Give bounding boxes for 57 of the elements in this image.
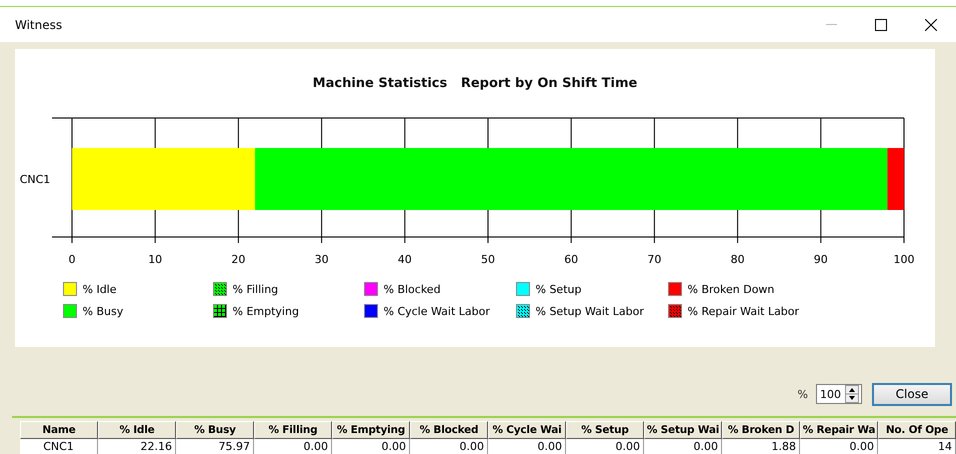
table-cell: 1.88 — [722, 439, 800, 454]
minimize-icon — [826, 24, 836, 26]
legend-label: % Setup Wait Labor — [536, 304, 644, 318]
legend-label: % Cycle Wait Labor — [384, 304, 490, 318]
table-cell: 0.00 — [488, 439, 566, 454]
table-cell: 0.00 — [410, 439, 488, 454]
x-tick-label: 70 — [647, 253, 662, 266]
legend-label: % Idle — [82, 282, 116, 296]
spin-arrows-icon — [845, 385, 859, 403]
category-label: CNC1 — [20, 173, 50, 186]
legend-label: % Blocked — [384, 282, 441, 296]
table-cell: 0.00 — [644, 439, 722, 454]
column-header[interactable]: % Setup Wai — [644, 421, 722, 439]
table-cell: 75.97 — [176, 439, 254, 454]
zoom-spinbox[interactable]: 100 — [816, 384, 862, 404]
column-header[interactable]: % Repair Wa — [800, 421, 878, 439]
table-cell: 22.16 — [98, 439, 176, 454]
column-header[interactable]: % Busy — [176, 421, 254, 439]
legend-label: % Filling — [232, 282, 278, 296]
x-tick-label: 0 — [68, 253, 76, 266]
x-tick-label: 90 — [814, 253, 828, 266]
window-title: Witness — [15, 18, 64, 32]
column-header[interactable]: % Blocked — [410, 421, 488, 439]
chart-title: Machine Statistics Report by On Shift Time — [312, 76, 638, 93]
x-tick-label: 60 — [564, 253, 578, 266]
maximize-icon — [875, 18, 887, 30]
x-tick-label: 10 — [148, 253, 162, 266]
legend-label: % Setup — [536, 282, 582, 296]
column-header[interactable]: % Emptying — [332, 421, 410, 439]
column-header[interactable]: % Cycle Wai — [488, 421, 566, 439]
legend-label: % Broken Down — [688, 282, 774, 296]
legend-label: % Busy — [82, 304, 124, 318]
zoom-label: % — [798, 388, 808, 400]
x-tick-label: 30 — [314, 253, 329, 266]
table-cell: CNC1 — [20, 439, 98, 454]
x-tick-label: 80 — [730, 253, 745, 266]
x-tick-label: 40 — [398, 253, 412, 266]
table-cell: 0.00 — [566, 439, 644, 454]
x-axis: 0 10 20 30 40 50 60 70 80 90 100 — [52, 236, 914, 266]
zoom-field[interactable]: 100 — [817, 388, 845, 400]
legend-label: % Emptying — [232, 304, 299, 318]
column-header[interactable]: No. Of Ope — [878, 421, 956, 439]
column-header[interactable]: % Setup — [566, 421, 644, 439]
x-tick-label: 100 — [894, 253, 914, 266]
legend-label: % Repair Wait Labor — [688, 304, 800, 318]
column-header[interactable]: % Broken D — [722, 421, 800, 439]
x-tick-label: 20 — [231, 253, 246, 266]
column-header[interactable]: Name — [20, 421, 98, 439]
x-tick-label: 50 — [481, 253, 495, 266]
table-cell: 0.00 — [800, 439, 878, 454]
table-cell: 14 — [878, 439, 956, 454]
close-dialog-button[interactable]: Close — [872, 382, 952, 406]
column-header[interactable]: % Filling — [254, 421, 332, 439]
column-header[interactable]: % Idle — [98, 421, 176, 439]
close-icon — [925, 18, 937, 30]
table-cell: 0.00 — [332, 439, 410, 454]
table-cell: 0.00 — [254, 439, 332, 454]
